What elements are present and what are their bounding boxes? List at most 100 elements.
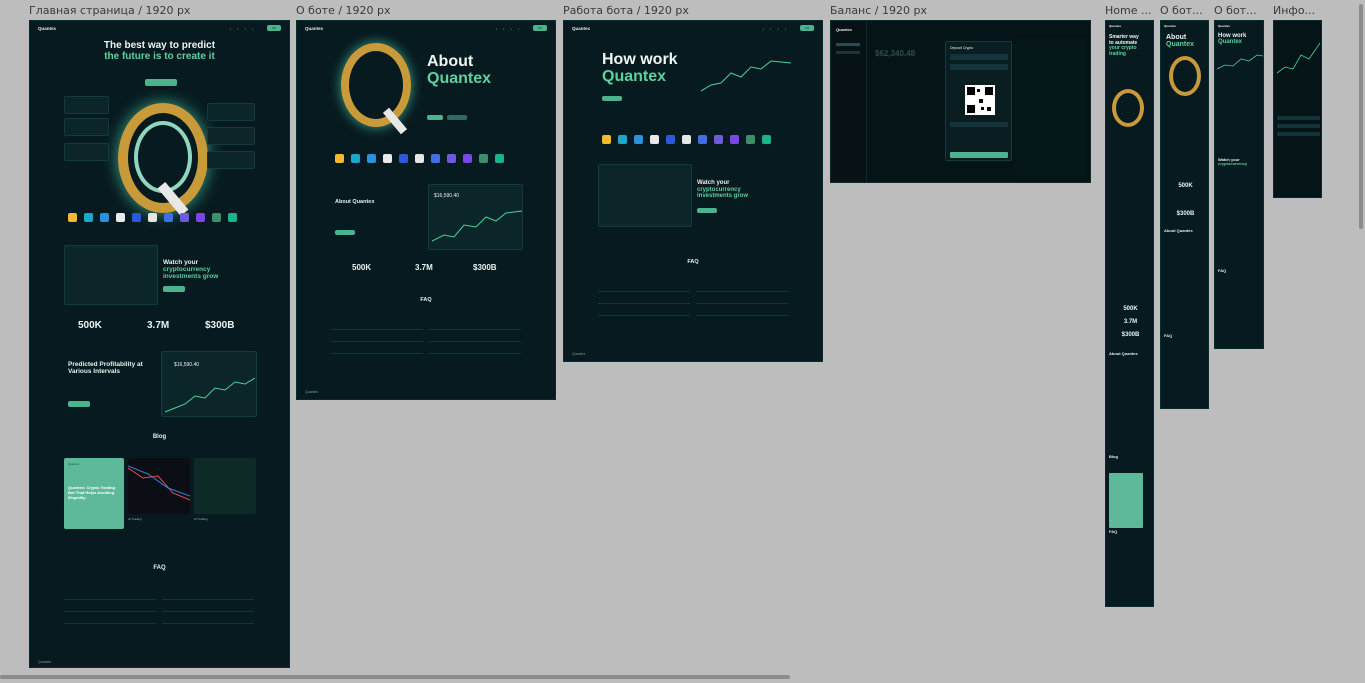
frame-home-mobile[interactable]: Quantex Smarter way to automate your cry… [1105,20,1154,607]
brand-logo[interactable]: Quantex [38,26,56,31]
deposit-network-select[interactable] [950,64,1008,70]
deposit-confirm-button[interactable] [950,152,1008,158]
price-value: $16,590.40 [174,362,200,368]
frame-about[interactable]: Quantex • • • • ▪▪▪ About Quantex About Qua… [296,20,556,400]
how-nav: Quantex • • • • ▪▪▪ [564,21,822,35]
predicted-cta-button[interactable] [68,401,90,407]
sidebar-brand[interactable]: Quantex [836,27,852,32]
coin-icon [180,213,189,222]
mobile-brand[interactable]: Quantex [1164,24,1176,28]
frame-about-mobile-1[interactable]: Quantex About Quantex 500K $300B About Q… [1160,20,1209,409]
coin-icon [431,154,440,163]
hero-cta-button[interactable] [145,79,177,86]
mobile-stat-3: $300B [1121,332,1140,338]
frame-label-about[interactable]: О боте / 1920 px [296,4,391,17]
deposit-modal[interactable]: Deposit Crypto [945,41,1012,161]
horizontal-scrollbar[interactable] [0,675,790,679]
watch-cta-button[interactable] [697,208,717,213]
trading-widget[interactable] [598,164,692,227]
frame-label-how[interactable]: Работа бота / 1920 px [563,4,689,17]
mobile-about-hero: About Quantex [1166,34,1194,48]
info-row[interactable] [1277,116,1320,120]
frame-info-mobile[interactable] [1273,20,1322,198]
footer-brand[interactable]: Quantex [305,390,318,394]
watch-title-line3: investments grow [163,273,219,281]
footer-brand[interactable]: Quantex [38,660,51,664]
mobile-brand[interactable]: Quantex [1218,24,1230,28]
balance-amount: $62,340.48 [875,49,916,58]
info-row[interactable] [1277,132,1320,136]
frame-how[interactable]: Quantex • • • • ▪▪▪ How work Quantex Watch … [563,20,823,362]
nav-links[interactable]: • • • • [496,26,520,31]
faq-row[interactable] [696,303,788,304]
faq-row[interactable] [696,315,788,316]
about-cta-button-2[interactable] [447,115,467,120]
stat-trades: 3.7M [415,263,433,272]
info-row[interactable] [1277,124,1320,128]
mobile-brand[interactable]: Quantex [1109,24,1121,28]
faq-row[interactable] [162,599,254,600]
faq-row[interactable] [598,291,690,292]
faq-row[interactable] [598,303,690,304]
faq-row[interactable] [429,329,521,330]
frame-about-mobile-2[interactable]: Quantex How work Quantex Watch your cryp… [1214,20,1264,349]
coin-icon [196,213,205,222]
nav-links[interactable]: • • • • [230,26,254,31]
faq-row[interactable] [598,315,690,316]
q-logo-icon [1112,89,1144,127]
about-nav: Quantex • • • • ▪▪▪ [297,21,555,35]
blog-card-featured[interactable]: Quantex Quantex: Crypto Trading Bot That… [64,458,124,529]
sidebar-item[interactable] [836,51,860,54]
coin-icon [164,213,173,222]
faq-row[interactable] [429,353,521,354]
faq-row[interactable] [64,623,156,624]
mobile-hero-title: Smarter way to automate your crypto trad… [1109,34,1139,57]
about-cta-button-1[interactable] [427,115,443,120]
nav-cta-button[interactable]: ▪▪▪ [800,25,814,31]
faq-row[interactable] [331,329,423,330]
coin-icon [746,135,755,144]
stat-users: 500K [78,320,102,331]
design-canvas[interactable]: Главная страница / 1920 px О боте / 1920… [0,0,1365,683]
nav-links[interactable]: • • • • [763,26,787,31]
brand-logo[interactable]: Quantex [305,26,323,31]
watch-cta-button[interactable] [163,286,185,292]
faq-row[interactable] [429,341,521,342]
about-section-title: About Quantex [335,199,375,205]
how-chart-svg [701,60,791,92]
deposit-coin-select[interactable] [950,54,1008,60]
frame-label-info-mobile[interactable]: Инфо... [1273,4,1315,17]
about-section-button[interactable] [335,230,355,235]
sidebar-item[interactable] [836,43,860,46]
deposit-address-field[interactable] [950,122,1008,127]
brand-logo[interactable]: Quantex [572,26,590,31]
frame-label-home[interactable]: Главная страница / 1920 px [29,4,190,17]
frame-label-home-mobile[interactable]: Home ... [1105,4,1151,17]
footer-brand[interactable]: Quantex [572,352,585,356]
faq-row[interactable] [331,341,423,342]
blog-card-3[interactable] [194,458,256,514]
how-cta-button[interactable] [602,96,622,101]
about-title: About Quantex [427,53,491,88]
faq-row[interactable] [696,291,788,292]
vertical-scrollbar[interactable] [1359,4,1363,229]
frame-label-about-mobile-1[interactable]: О бот... [1160,4,1203,17]
frame-label-about-mobile-2[interactable]: О бот... [1214,4,1257,17]
nav-cta-button[interactable]: ▪▪▪ [533,25,547,31]
predicted-title-line2: Various Intervals [68,368,121,376]
faq-row[interactable] [162,611,254,612]
faq-row[interactable] [331,353,423,354]
nav-cta-button[interactable]: ▪▪▪ [267,25,281,31]
trading-widget[interactable] [64,245,158,305]
coin-icon [415,154,424,163]
faq-row[interactable] [64,599,156,600]
faq-row[interactable] [162,623,254,624]
mobile-blog-card[interactable] [1109,473,1143,528]
blog-card-2[interactable] [128,458,190,514]
coin-icon [730,135,739,144]
coin-icon [132,213,141,222]
frame-label-balance[interactable]: Баланс / 1920 px [830,4,927,17]
frame-balance[interactable]: Quantex $62,340.48 Deposit Crypto [830,20,1091,183]
frame-home[interactable]: Quantex • • • • ▪▪▪ The best way to predict… [29,20,290,668]
faq-row[interactable] [64,611,156,612]
